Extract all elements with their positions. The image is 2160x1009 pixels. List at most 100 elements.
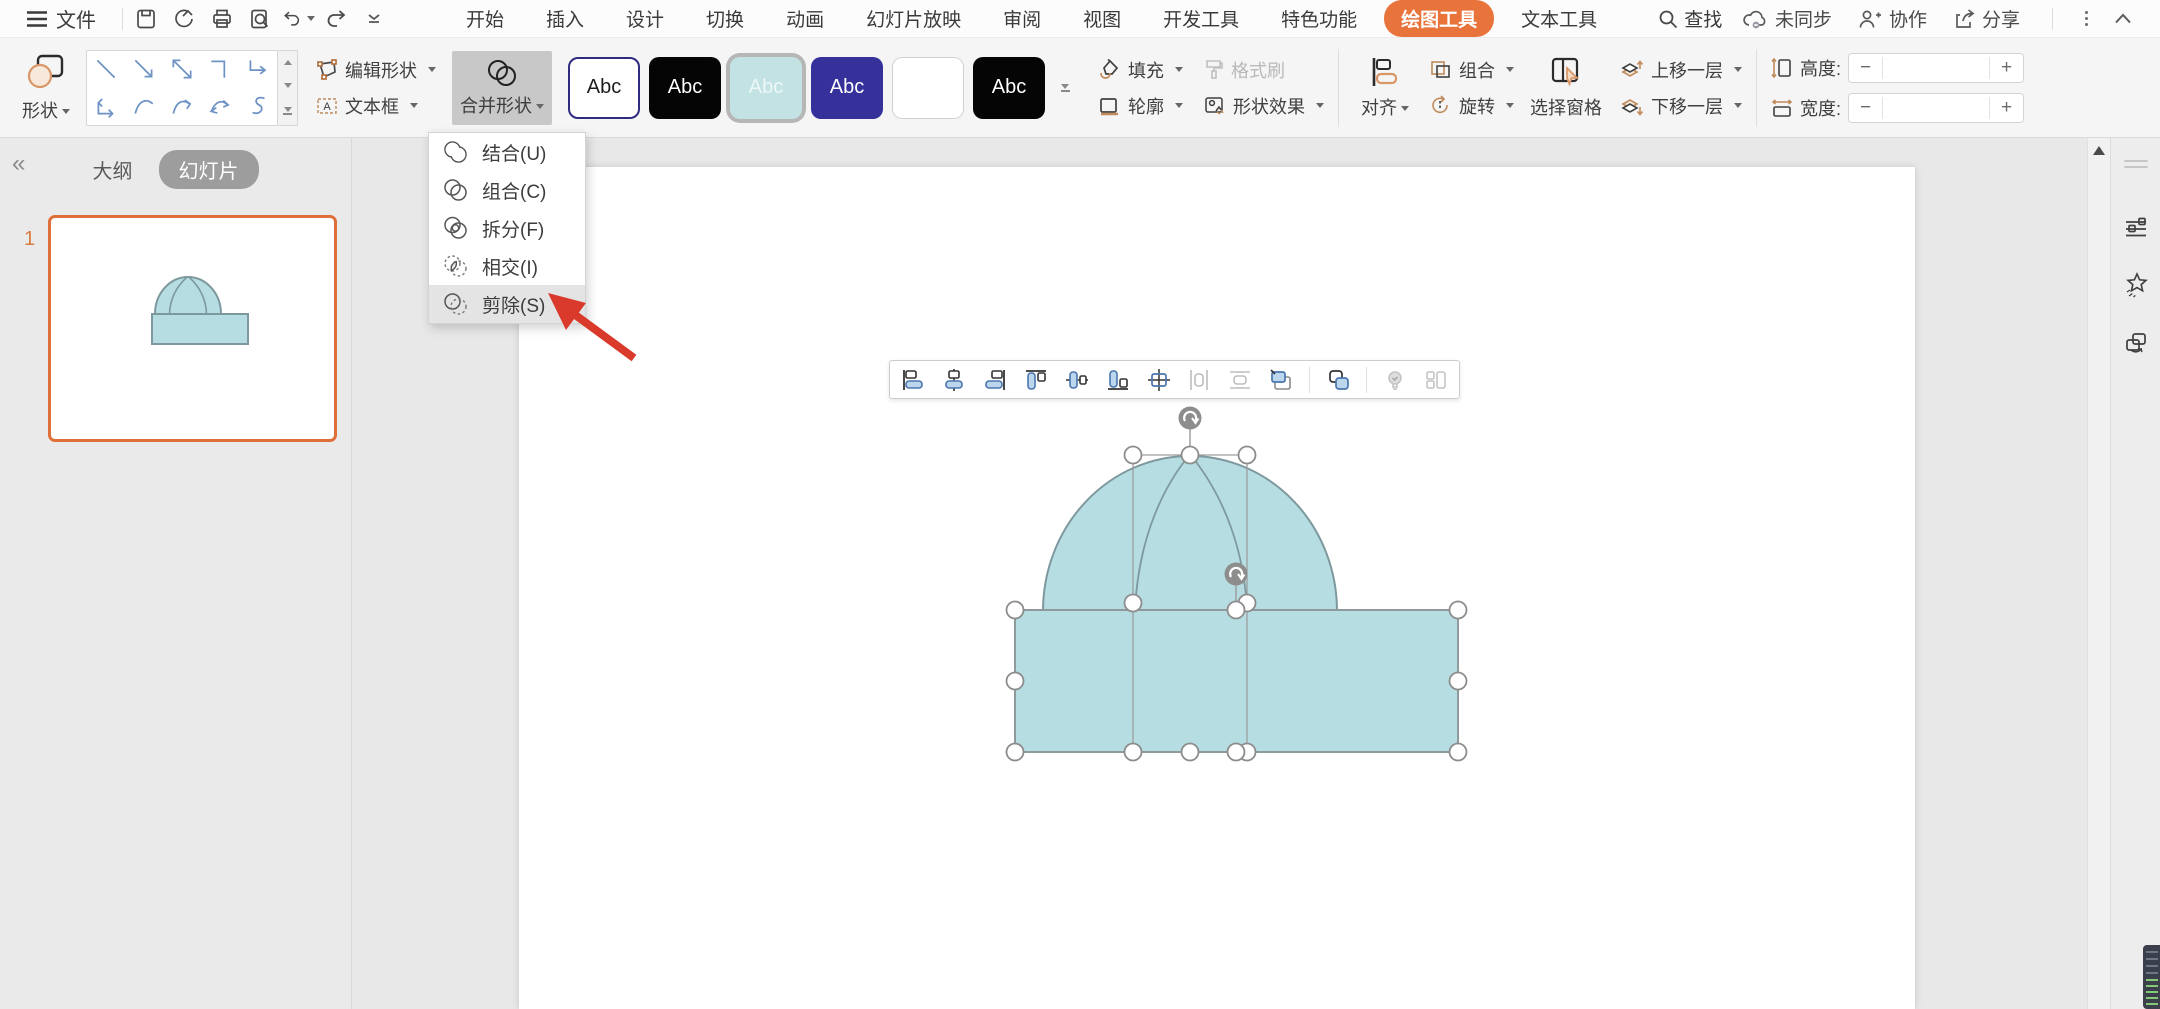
- tab-slideshow[interactable]: 幻灯片放映: [845, 0, 982, 38]
- width-minus-button[interactable]: −: [1849, 96, 1884, 119]
- tab-home[interactable]: 开始: [445, 0, 525, 38]
- redo-icon[interactable]: [319, 4, 353, 34]
- outline-button[interactable]: 轮廓: [1098, 93, 1183, 119]
- tab-drawing-tools[interactable]: 绘图工具: [1384, 0, 1495, 37]
- menu-item-combine[interactable]: 组合(C): [429, 171, 585, 209]
- cloud-unsynced-icon: [1743, 10, 1766, 28]
- export-icon[interactable]: [167, 4, 201, 34]
- scrollbar-up-icon[interactable]: [2093, 146, 2105, 155]
- print-icon[interactable]: [205, 4, 239, 34]
- collaborate-button[interactable]: 协作: [1858, 5, 1927, 32]
- shape-effects-icon: [1205, 97, 1224, 115]
- style-swatch-4[interactable]: Abc: [811, 56, 883, 119]
- style-swatch-5[interactable]: Abc: [892, 56, 964, 119]
- layout-options-icon[interactable]: [1423, 367, 1449, 393]
- find-button[interactable]: 查找: [1658, 5, 1722, 32]
- merge-combine-icon[interactable]: [1325, 367, 1351, 393]
- merge-shapes-icon: [488, 59, 516, 86]
- share-button[interactable]: 分享: [1953, 5, 2020, 32]
- fill-button[interactable]: 填充: [1098, 57, 1183, 83]
- slide-thumbnail-1[interactable]: [48, 215, 337, 442]
- merge-shapes-button[interactable]: 合并形状: [452, 50, 552, 125]
- rotate-handle-petal[interactable]: [1178, 406, 1202, 430]
- tab-animations[interactable]: 动画: [765, 0, 845, 38]
- height-plus-button[interactable]: +: [1989, 56, 2023, 79]
- effects-star-icon[interactable]: [2111, 260, 2160, 310]
- smart-idea-icon[interactable]: [1382, 367, 1408, 393]
- sync-status-button[interactable]: 未同步: [1742, 5, 1832, 32]
- width-plus-button[interactable]: +: [1989, 96, 2023, 119]
- tab-view[interactable]: 视图: [1062, 0, 1142, 38]
- menu-item-fragment[interactable]: 拆分(F): [429, 209, 585, 247]
- object-properties-icon[interactable]: [2111, 202, 2160, 252]
- width-input[interactable]: [1883, 93, 1990, 122]
- canvas-scrollbar[interactable]: [2087, 138, 2110, 1009]
- double-arrow-shape[interactable]: [163, 51, 201, 88]
- rotate-handle-rectangle[interactable]: [1224, 562, 1248, 586]
- align-right-icon[interactable]: [982, 367, 1008, 393]
- style-swatch-3-selected[interactable]: Abc: [730, 56, 802, 119]
- style-swatch-2[interactable]: Abc: [649, 56, 721, 119]
- tab-text-tools[interactable]: 文本工具: [1500, 0, 1618, 38]
- elbow-arrow-connector-shape[interactable]: [239, 51, 277, 88]
- line-shape[interactable]: [87, 51, 125, 88]
- tab-insert[interactable]: 插入: [525, 0, 605, 38]
- tab-slides[interactable]: 幻灯片: [158, 149, 259, 189]
- tab-review[interactable]: 审阅: [982, 0, 1062, 38]
- edit-shape-button[interactable]: 编辑形状: [316, 57, 436, 83]
- fit-to-shape-icon[interactable]: [1268, 367, 1294, 393]
- dome-shape[interactable]: [1041, 455, 1339, 612]
- editing-canvas[interactable]: [352, 138, 2087, 1009]
- shapes-icon: [27, 54, 64, 88]
- height-input[interactable]: [1883, 53, 1990, 82]
- switch-pages-icon[interactable]: [2111, 318, 2160, 368]
- collapse-ribbon-icon[interactable]: [2114, 13, 2132, 24]
- style-swatch-1[interactable]: Abc: [568, 56, 640, 119]
- elbow-connector-shape[interactable]: [201, 51, 239, 88]
- align-left-icon[interactable]: [900, 367, 926, 393]
- undo-icon[interactable]: [281, 4, 315, 34]
- save-icon[interactable]: [129, 4, 163, 34]
- curved-double-arrow-shape[interactable]: [201, 88, 239, 125]
- tab-transitions[interactable]: 切换: [685, 0, 765, 38]
- align-center-horizontal-icon[interactable]: [941, 367, 967, 393]
- elbow-double-arrow-connector-shape[interactable]: [87, 88, 125, 125]
- gallery-more-icon[interactable]: [283, 107, 292, 116]
- tab-design[interactable]: 设计: [605, 0, 685, 38]
- more-options-icon[interactable]: [2085, 11, 2088, 26]
- center-in-slide-icon[interactable]: [1146, 367, 1172, 393]
- group-button[interactable]: 组合: [1429, 57, 1514, 83]
- align-bottom-icon[interactable]: [1105, 367, 1131, 393]
- distribute-vertical-icon[interactable]: [1227, 367, 1253, 393]
- arrow-shape[interactable]: [125, 51, 163, 88]
- style-swatch-6[interactable]: Abc: [973, 56, 1045, 119]
- bring-forward-button[interactable]: 上移一层: [1620, 57, 1742, 83]
- selection-pane-button[interactable]: 选择窗格: [1522, 52, 1610, 124]
- sidebar-drag-handle[interactable]: [2123, 160, 2148, 168]
- height-minus-button[interactable]: −: [1849, 56, 1884, 79]
- rotate-button[interactable]: 旋转: [1429, 93, 1514, 119]
- menu-item-intersect[interactable]: 相交(I): [429, 247, 585, 285]
- align-middle-vertical-icon[interactable]: [1064, 367, 1090, 393]
- shapes-button[interactable]: 形状: [14, 49, 78, 127]
- gallery-scroll-up-icon[interactable]: [283, 59, 292, 65]
- freeform-shape[interactable]: [239, 88, 277, 125]
- menu-item-union[interactable]: 结合(U): [429, 133, 585, 171]
- send-backward-button[interactable]: 下移一层: [1620, 93, 1742, 119]
- curve-shape[interactable]: [125, 88, 163, 125]
- curved-arrow-shape[interactable]: [163, 88, 201, 125]
- style-gallery-more-icon[interactable]: [1054, 57, 1076, 119]
- tab-special-features[interactable]: 特色功能: [1260, 0, 1378, 38]
- gallery-scroll-down-icon[interactable]: [283, 83, 292, 89]
- text-box-button[interactable]: A 文本框: [316, 93, 436, 119]
- tab-developer[interactable]: 开发工具: [1142, 0, 1260, 38]
- file-menu-button[interactable]: 文件: [0, 4, 116, 33]
- print-preview-icon[interactable]: [243, 4, 277, 34]
- customize-qat-chevron-icon[interactable]: [357, 4, 391, 34]
- align-button[interactable]: 对齐: [1353, 52, 1417, 124]
- rectangle-shape[interactable]: [1014, 609, 1459, 753]
- tab-outline[interactable]: 大纲: [93, 155, 133, 184]
- distribute-horizontal-icon[interactable]: [1186, 367, 1212, 393]
- align-top-icon[interactable]: [1023, 367, 1049, 393]
- shape-effects-button[interactable]: 形状效果: [1203, 93, 1324, 119]
